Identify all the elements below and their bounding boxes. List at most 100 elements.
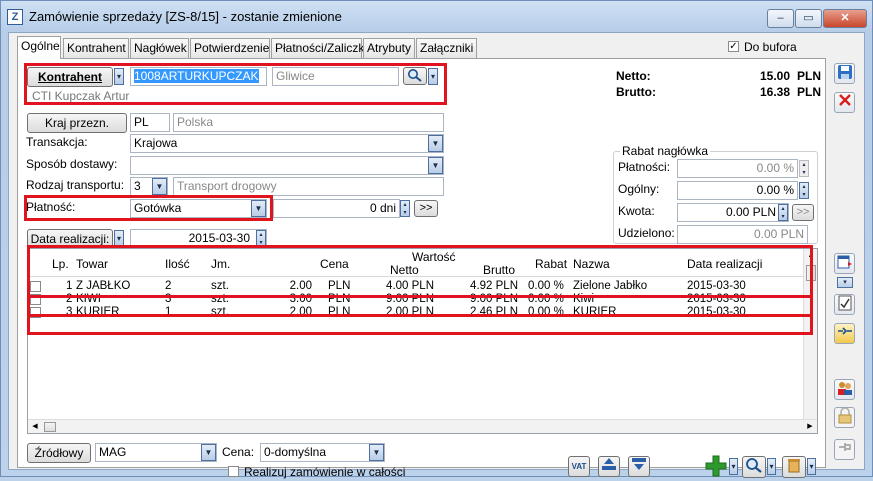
row-data: 2015-03-30 xyxy=(687,293,746,305)
users-button[interactable] xyxy=(834,379,855,400)
preview-dropdown[interactable]: ▾ xyxy=(767,458,776,475)
tab-ogolne[interactable]: Ogólne xyxy=(17,36,61,59)
main-window: Z Zamówienie sprzedaży [ZS-8/15] - zosta… xyxy=(0,0,873,479)
add-dropdown[interactable]: ▾ xyxy=(729,458,738,475)
transakcja-select[interactable]: Krajowa xyxy=(130,134,444,153)
row-rabat: 0.00 % xyxy=(528,280,564,292)
rabat-ogolny-label: Ogólny: xyxy=(618,182,660,196)
cena-dropdown[interactable]: ▼ xyxy=(369,444,384,461)
horizontal-scroll-thumb[interactable] xyxy=(44,422,56,432)
rodzaj-transportu-dropdown[interactable]: ▼ xyxy=(152,178,167,195)
platnosc-dropdown[interactable]: ▼ xyxy=(251,200,266,217)
scroll-left-arrow[interactable]: ◀ xyxy=(30,421,40,433)
row-towar: Z JABŁKO xyxy=(76,280,131,292)
magazyn-dropdown[interactable]: ▼ xyxy=(201,444,216,461)
scroll-up-arrow[interactable]: ▲ xyxy=(805,250,817,262)
merge-button[interactable] xyxy=(834,323,855,344)
calendar-export-dropdown[interactable]: ▾ xyxy=(837,277,853,288)
rabat-kwota-label: Kwota: xyxy=(618,204,655,218)
pin-button[interactable] xyxy=(834,439,855,460)
search-dropdown[interactable]: ▾ xyxy=(428,68,438,85)
add-button[interactable] xyxy=(704,454,728,478)
row-checkbox[interactable] xyxy=(30,281,41,292)
col-nazwa[interactable]: Nazwa xyxy=(573,257,610,271)
col-lp[interactable]: Lp. xyxy=(52,257,69,271)
maximize-button[interactable]: ▭ xyxy=(795,9,822,28)
sposob-dostawy-select[interactable] xyxy=(130,156,444,175)
row-checkbox[interactable] xyxy=(30,307,41,318)
close-button[interactable]: ✕ xyxy=(823,9,867,28)
sposob-dostawy-dropdown[interactable]: ▼ xyxy=(428,157,443,174)
rabat-kwota-more-button[interactable]: >> xyxy=(792,204,814,221)
col-netto[interactable]: Netto xyxy=(390,263,419,277)
table-vertical-scrollbar[interactable]: ▲ xyxy=(803,249,817,419)
lock-button[interactable] xyxy=(834,407,855,428)
row-nazwa: Kiwi xyxy=(573,293,595,305)
realizuj-checkbox[interactable] xyxy=(228,466,239,477)
table-row[interactable]: 1 Z JABŁKO 2 szt. 2.00 PLN 4.00 PLN 4.92… xyxy=(28,280,809,293)
calendar-export-button[interactable] xyxy=(834,253,855,274)
do-bufora-checkbox[interactable]: ✓ xyxy=(728,41,739,52)
document-check-button[interactable] xyxy=(834,294,855,315)
tab-atrybuty[interactable]: Atrybuty xyxy=(363,38,415,58)
kontrahent-code-field[interactable]: 1008ARTURKUPCZAK xyxy=(130,67,267,86)
kraj-przezn-button[interactable]: Kraj przezn. xyxy=(27,113,127,133)
platnosc-label: Płatność: xyxy=(26,200,76,214)
tab-naglowek[interactable]: Nagłówek xyxy=(130,38,189,58)
row-checkbox[interactable] xyxy=(30,294,41,305)
export-button[interactable] xyxy=(628,456,650,477)
magazyn-select[interactable]: MAG xyxy=(95,443,217,462)
data-realizacji-spinner[interactable]: ▴ ▾ xyxy=(256,230,266,247)
kontrahent-button[interactable]: Kontrahent xyxy=(27,67,113,87)
vertical-scroll-thumb[interactable] xyxy=(806,265,816,281)
download-tray-icon xyxy=(632,458,646,470)
tab-kontrahent[interactable]: Kontrahent xyxy=(63,38,129,58)
rabat-ogolny-field[interactable]: 0.00 % xyxy=(677,181,798,200)
delete-dropdown[interactable]: ▾ xyxy=(807,458,816,475)
row-brutto: 9.00 PLN xyxy=(470,293,518,305)
magnifier-icon xyxy=(746,458,762,473)
cena-select[interactable]: 0-domyślna xyxy=(260,443,385,462)
kraj-code-field[interactable]: PL xyxy=(130,113,170,132)
data-realizacji-dropdown[interactable]: ▾ xyxy=(114,230,124,247)
row-netto: 9.00 PLN xyxy=(386,293,434,305)
kontrahent-code-value: 1008ARTURKUPCZAK xyxy=(134,69,259,83)
delete-button[interactable] xyxy=(782,456,806,478)
save-button[interactable] xyxy=(834,63,855,84)
preview-button[interactable] xyxy=(742,456,766,478)
kontrahent-search-button[interactable] xyxy=(403,67,427,85)
table-horizontal-scrollbar[interactable]: ◀ ▶ xyxy=(28,419,817,433)
col-ilosc[interactable]: Ilość xyxy=(165,257,190,271)
kontrahent-dropdown[interactable]: ▾ xyxy=(114,68,124,85)
col-rabat[interactable]: Rabat xyxy=(535,257,567,271)
platnosc-days-field[interactable]: 0 dni xyxy=(273,199,400,218)
cancel-button[interactable] xyxy=(834,92,855,113)
col-jm[interactable]: Jm. xyxy=(211,257,230,271)
rabat-ogolny-spinner[interactable]: ▴ ▾ xyxy=(799,182,809,199)
tab-potwierdzenie[interactable]: Potwierdzenie xyxy=(190,38,270,58)
import-button[interactable] xyxy=(598,456,620,477)
zrodlowy-button[interactable]: Źródłowy xyxy=(27,443,91,463)
data-realizacji-field[interactable]: 2015-03-30 xyxy=(130,229,267,248)
app-icon[interactable]: Z xyxy=(7,9,23,25)
row-brutto: 4.92 PLN xyxy=(470,280,518,292)
minimize-button[interactable]: – xyxy=(767,9,794,28)
tab-platnosci-zaliczki[interactable]: Płatności/Zaliczki xyxy=(271,38,367,58)
platnosc-days-spinner[interactable]: ▴ ▾ xyxy=(400,200,410,217)
platnosc-select[interactable]: Gotówka xyxy=(130,199,267,218)
scroll-right-arrow[interactable]: ▶ xyxy=(805,421,815,433)
col-cena[interactable]: Cena xyxy=(320,257,349,271)
table-row[interactable]: 3 KURIER 1 szt. 2.00 PLN 2.00 PLN 2.46 P… xyxy=(28,306,809,319)
table-row[interactable]: 2 KIWI 3 szt. 3.00 PLN 9.00 PLN 9.00 PLN… xyxy=(28,293,809,306)
tab-zalaczniki[interactable]: Załączniki xyxy=(416,38,477,58)
platnosc-more-button[interactable]: >> xyxy=(414,200,438,217)
rabat-kwota-spinner[interactable]: ▴ ▾ xyxy=(778,204,788,221)
data-realizacji-button[interactable]: Data realizacji: xyxy=(27,229,113,249)
vat-button[interactable]: VAT xyxy=(568,456,590,477)
rabat-kwota-field[interactable]: 0.00 PLN xyxy=(677,203,789,222)
col-towar[interactable]: Towar xyxy=(76,257,108,271)
col-brutto[interactable]: Brutto xyxy=(483,263,515,277)
row-ilosc: 3 xyxy=(165,293,172,305)
transakcja-dropdown[interactable]: ▼ xyxy=(428,135,443,152)
col-data-realizacji[interactable]: Data realizacji xyxy=(687,257,762,271)
